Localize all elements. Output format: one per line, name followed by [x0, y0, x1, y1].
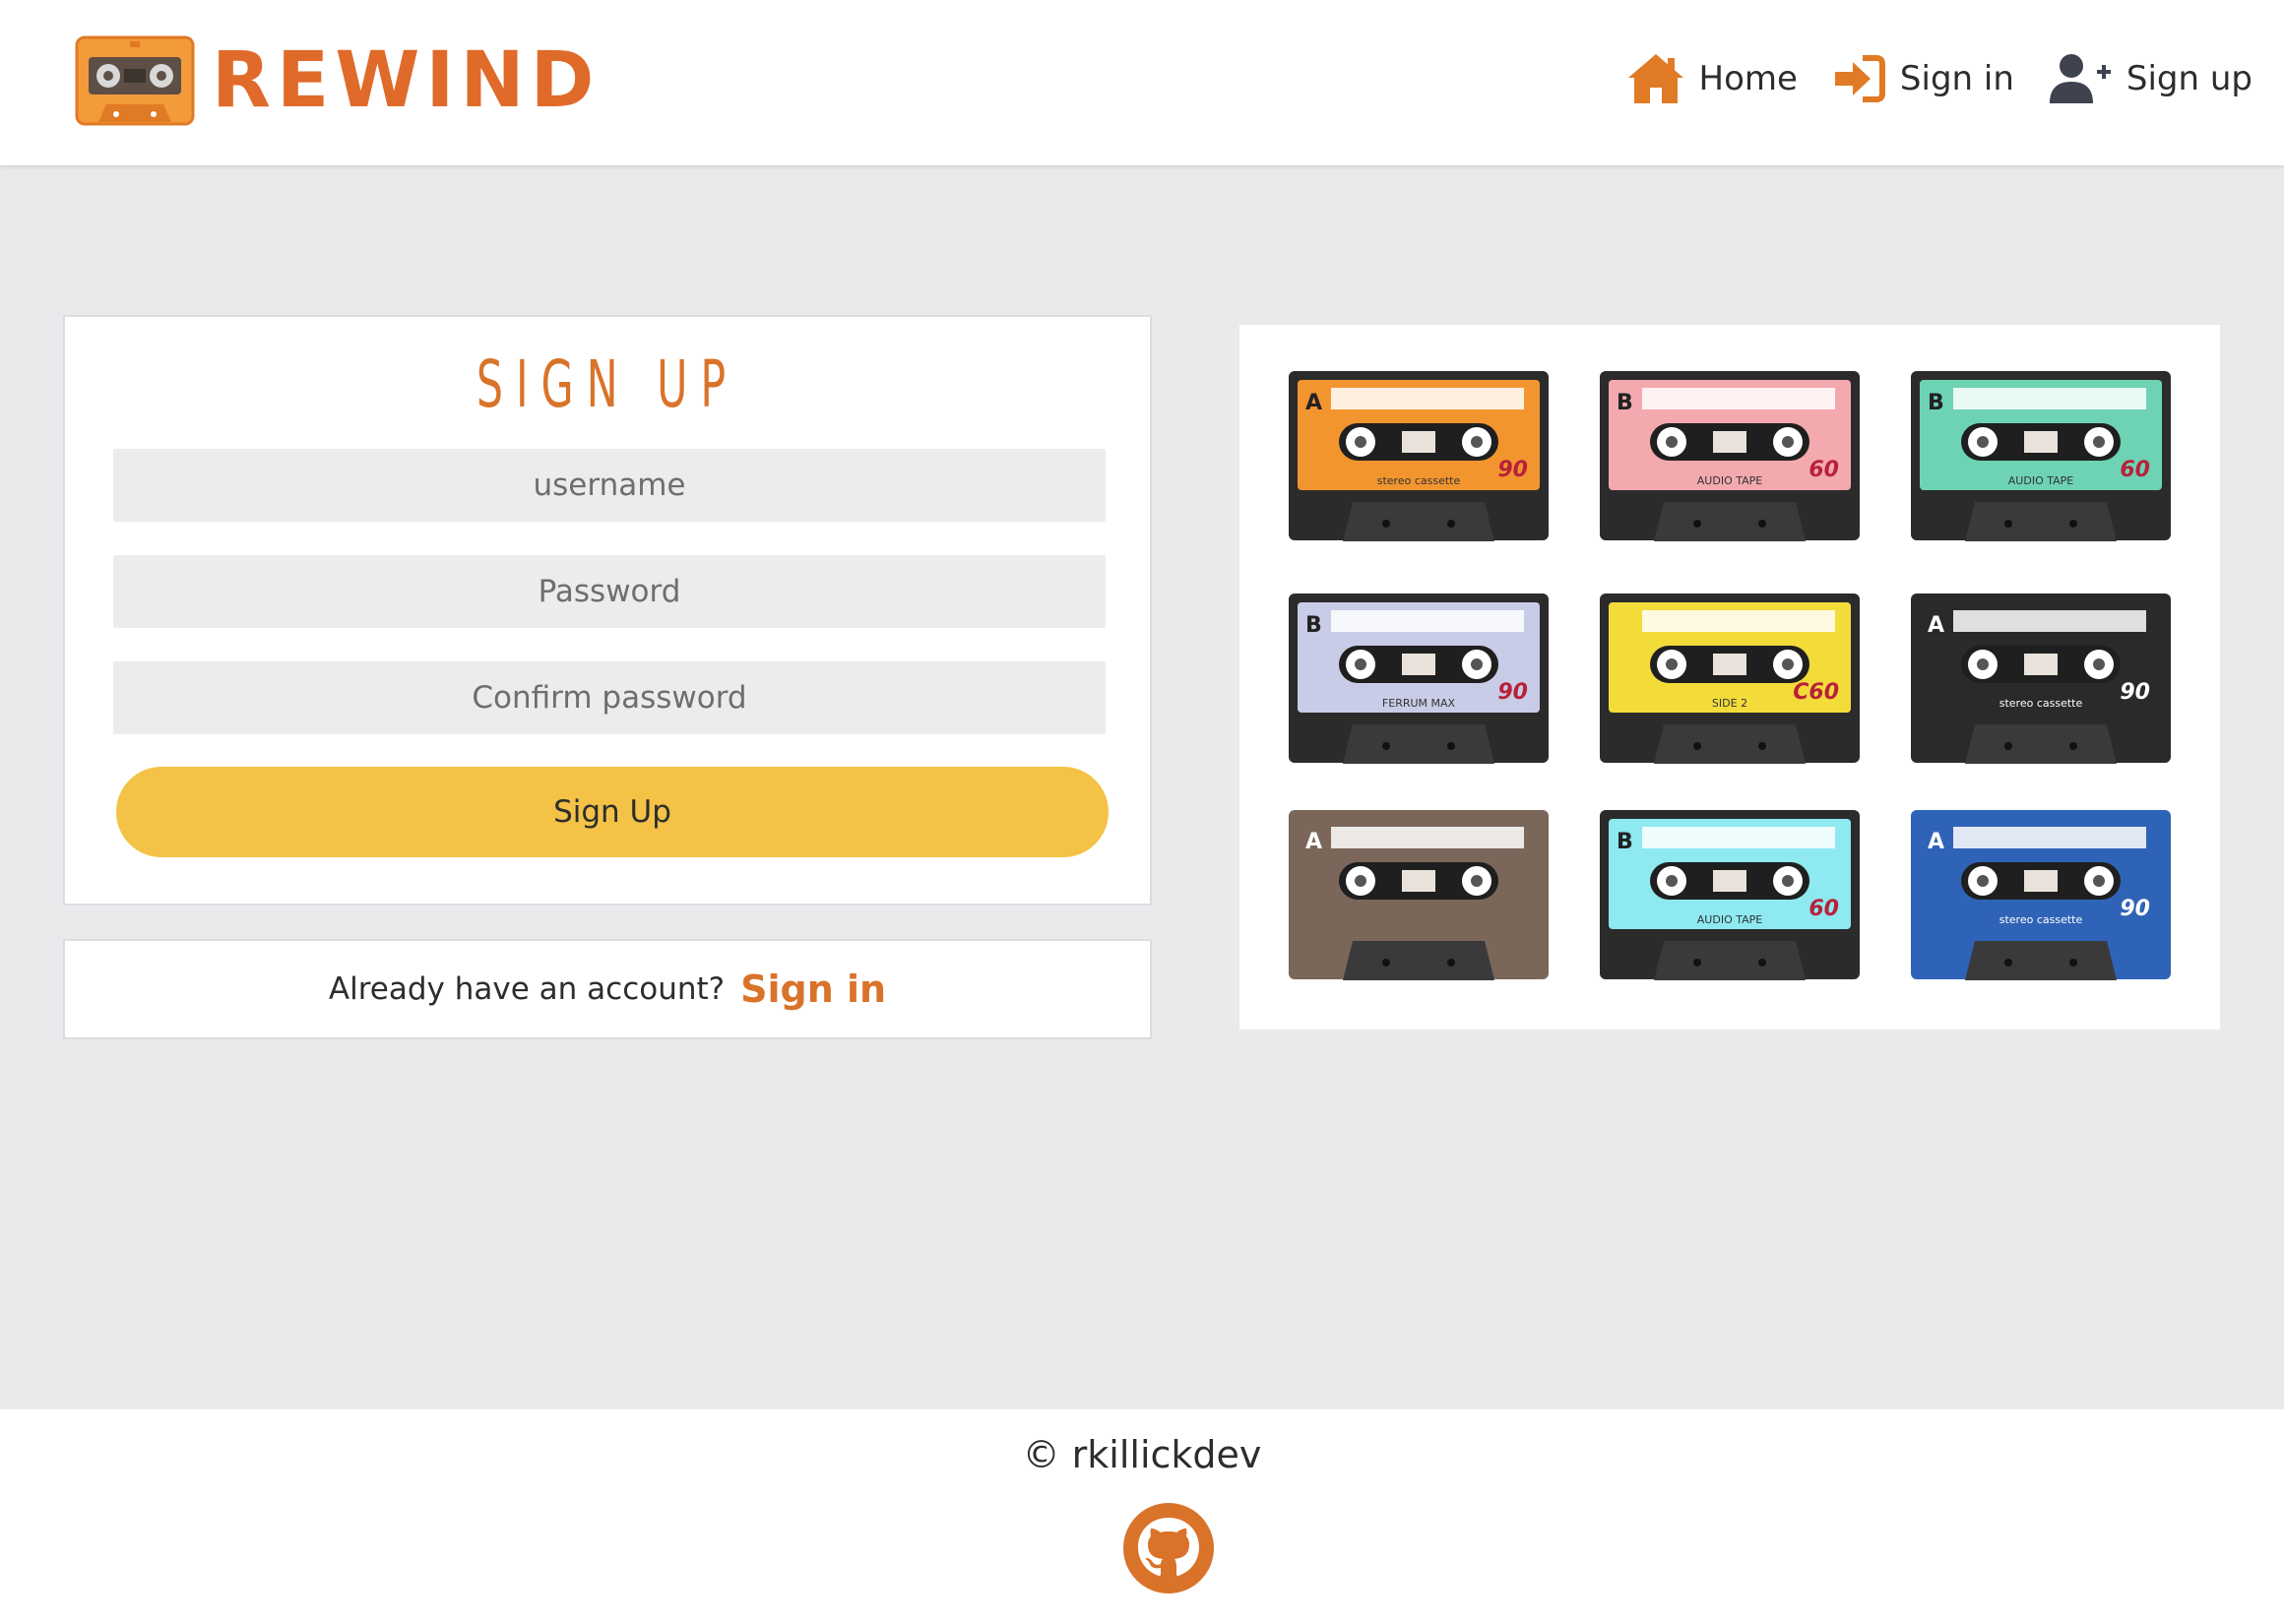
cassette-length-label: 90: [2120, 680, 2150, 705]
nav-sign-in-label: Sign in: [1899, 59, 2014, 98]
signup-card: SIGN UP Sign Up: [63, 315, 1152, 906]
confirm-password-input[interactable]: [113, 661, 1106, 734]
cassette-length-label: 90: [2120, 897, 2150, 921]
cassette-caption: AUDIO TAPE: [1697, 913, 1762, 926]
cassette-tape: B 90 FERRUM MAX: [1289, 593, 1549, 764]
cassette-side-label: B: [1617, 830, 1633, 854]
site-header: REWIND Home Sign in Sign up: [0, 0, 2284, 165]
nav-sign-up[interactable]: Sign up: [2048, 52, 2252, 105]
cassette-side-label: A: [1928, 613, 1944, 638]
user-plus-icon: [2049, 54, 2111, 103]
cassette-caption: stereo cassette: [1999, 913, 2083, 926]
nav-sign-in[interactable]: Sign in: [1831, 54, 2014, 103]
signin-prompt: Already have an account? Sign in: [63, 939, 1152, 1039]
cassette-length-label: C60: [1793, 680, 1839, 705]
main-nav: Home Sign in Sign up: [1593, 49, 2252, 108]
cassette-length-label: 60: [1808, 897, 1839, 921]
cassette-length-label: 90: [1497, 680, 1528, 705]
cassette-gallery: A 90 stereo cassette B 60 AUDIO TAPE B 60 AUDIO …: [1239, 325, 2220, 1030]
cassette-tape: C60 SIDE 2: [1600, 593, 1860, 764]
github-icon[interactable]: [1122, 1502, 1215, 1594]
cassette-caption: AUDIO TAPE: [1697, 474, 1762, 487]
cassette-tape: A 90 stereo cassette: [1911, 810, 2171, 980]
cassette-length-label: 90: [1497, 458, 1528, 482]
cassette-logo-icon[interactable]: [75, 35, 195, 126]
nav-home[interactable]: Home: [1626, 52, 1798, 105]
signin-prompt-text: Already have an account?: [328, 971, 726, 1007]
cassette-tape: B 60 AUDIO TAPE: [1911, 371, 2171, 541]
site-footer: © rkillickdev: [0, 1409, 2284, 1624]
cassette-caption: stereo cassette: [1999, 697, 2083, 710]
password-input[interactable]: [113, 555, 1106, 628]
cassette-side-label: A: [1305, 830, 1322, 854]
sign-in-link[interactable]: Sign in: [740, 968, 886, 1011]
cassette-length-label: 60: [1808, 458, 1839, 482]
cassette-tape: A 90 stereo cassette: [1289, 371, 1549, 541]
cassette-tape: B 60 AUDIO TAPE: [1600, 810, 1860, 980]
cassette-tape: A 90 stereo cassette: [1911, 593, 2171, 764]
cassette-side-label: A: [1928, 830, 1944, 854]
cassette-side-label: A: [1305, 391, 1322, 415]
cassette-side-label: B: [1928, 391, 1944, 415]
cassette-side-label: B: [1617, 391, 1633, 415]
cassette-length-label: 60: [2120, 458, 2150, 482]
cassette-tape: A: [1289, 810, 1549, 980]
sign-up-button[interactable]: Sign Up: [116, 767, 1109, 857]
brand-name[interactable]: REWIND: [212, 35, 600, 126]
signup-title: SIGN UP: [476, 346, 739, 422]
home-icon: [1627, 54, 1683, 103]
cassette-caption: FERRUM MAX: [1382, 697, 1456, 710]
cassette-caption: SIDE 2: [1712, 697, 1747, 710]
sign-in-icon: [1834, 55, 1885, 102]
cassette-caption: stereo cassette: [1377, 474, 1461, 487]
cassette-caption: AUDIO TAPE: [2008, 474, 2073, 487]
username-input[interactable]: [113, 449, 1106, 522]
nav-home-label: Home: [1698, 59, 1798, 98]
copyright-text: © rkillickdev: [1022, 1433, 1262, 1476]
nav-sign-up-label: Sign up: [2125, 59, 2252, 98]
cassette-side-label: B: [1305, 613, 1322, 638]
cassette-tape: B 60 AUDIO TAPE: [1600, 371, 1860, 541]
